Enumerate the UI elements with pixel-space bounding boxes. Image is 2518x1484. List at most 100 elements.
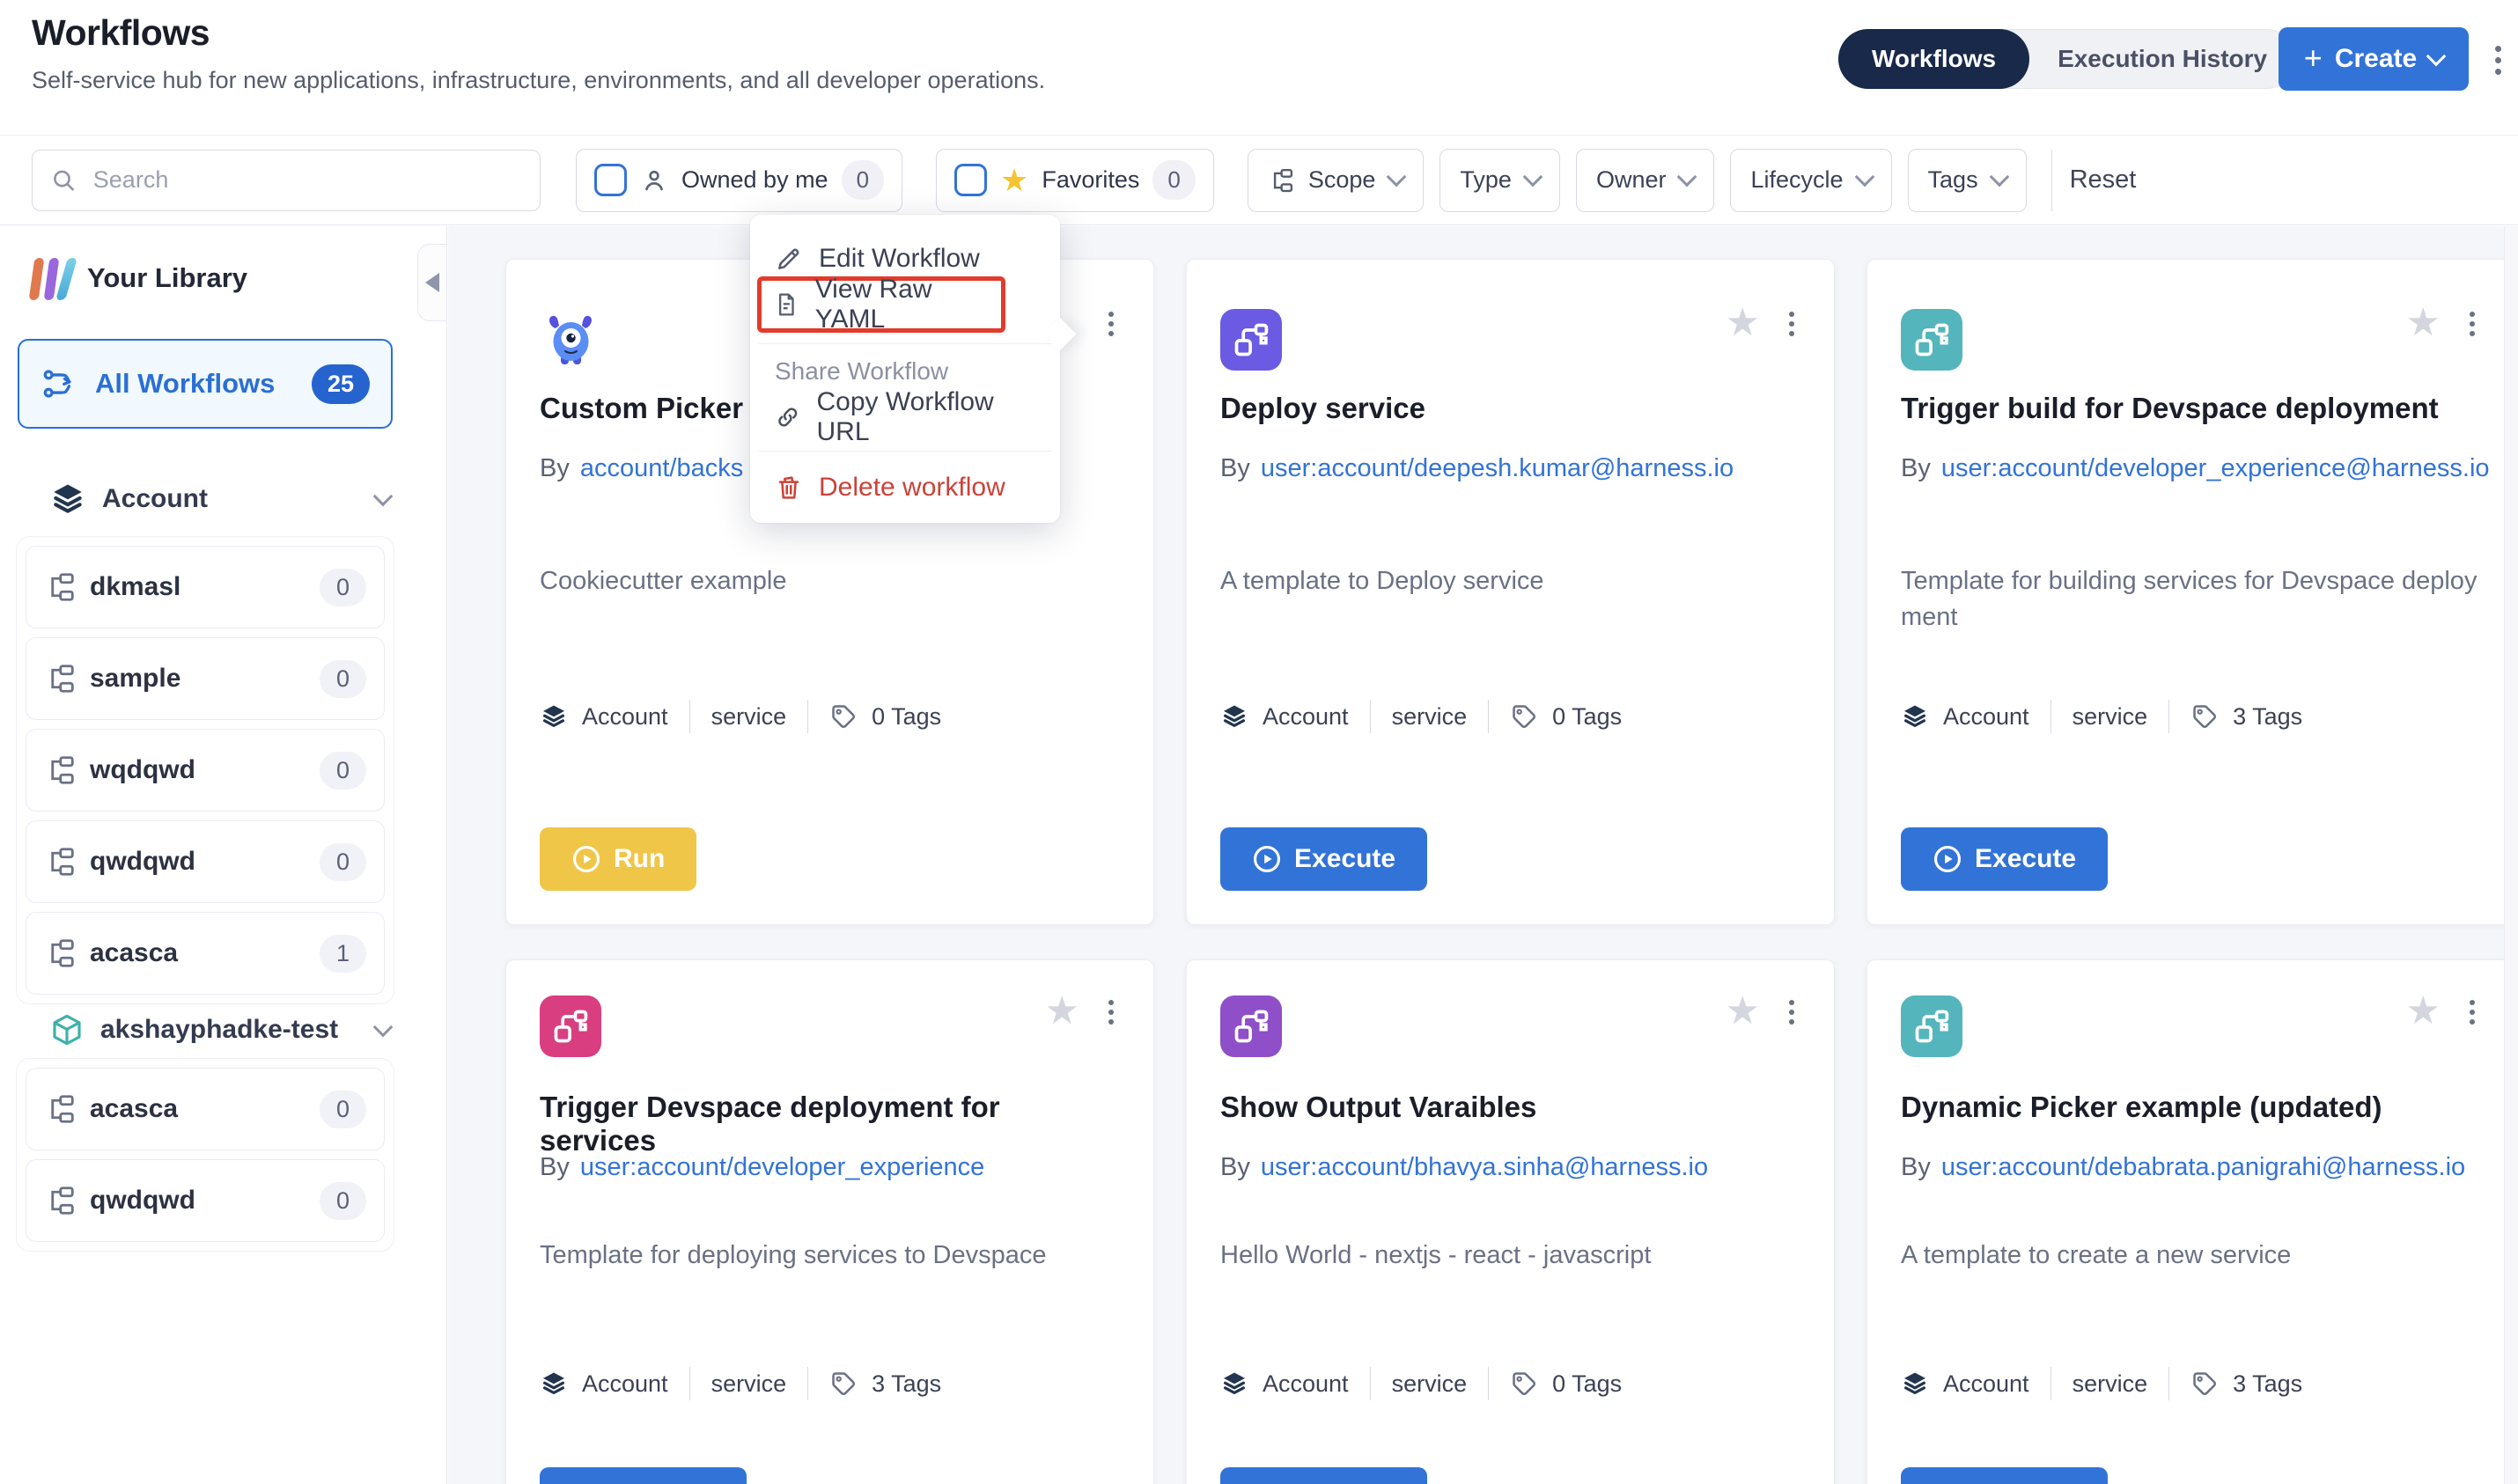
tag-icon xyxy=(829,1370,858,1398)
workflow-description: Template for deploying services to Devsp… xyxy=(540,1238,1120,1274)
workflow-meta: Account service 3 Tags xyxy=(1901,1367,2302,1400)
card-kebab-menu[interactable] xyxy=(1783,995,1800,1029)
document-icon xyxy=(774,290,799,319)
tab-workflows[interactable]: Workflows xyxy=(1838,29,2029,89)
share-workflow-section-label: Share Workflow xyxy=(775,357,948,386)
favorite-star-icon[interactable]: ★ xyxy=(1726,992,1760,1031)
menu-item-view-raw-yaml[interactable]: View Raw YAML xyxy=(762,281,1001,328)
library-header: Your Library xyxy=(32,256,247,300)
view-toggle: Workflows Execution History xyxy=(1838,29,2296,89)
owner-link[interactable]: user:account/debabrata.panigrahi@harness… xyxy=(1941,1149,2465,1186)
filter-dropdown-tags[interactable]: Tags xyxy=(1908,149,2027,212)
hierarchy-icon xyxy=(1268,167,1294,194)
card-kebab-menu[interactable] xyxy=(1783,307,1800,341)
sidebar-group-akshayphadke-test[interactable]: akshayphadke-test xyxy=(0,1008,446,1052)
execute-button[interactable]: Execute xyxy=(1220,1467,1427,1484)
owner-link[interactable]: user:account/deepesh.kumar@harness.io xyxy=(1261,450,1734,488)
divider xyxy=(1370,1367,1371,1400)
workflow-meta: Account service 3 Tags xyxy=(1901,700,2302,733)
sidebar-group-account[interactable]: Account xyxy=(0,477,446,521)
workflow-owner-line: By user:account/deepesh.kumar@harness.io xyxy=(1220,450,1809,488)
favorite-star-icon[interactable]: ★ xyxy=(1726,304,1760,342)
tab-execution-history[interactable]: Execution History xyxy=(2029,45,2295,73)
by-prefix: By xyxy=(540,1149,570,1186)
sidebar-collapse-button[interactable] xyxy=(417,244,446,321)
workflow-group-icon xyxy=(44,937,76,969)
scope-layers-icon xyxy=(1901,702,1929,731)
account-items-box: dkmasl 0 sample 0 wqdqwd 0 qwdqwd 0 acas… xyxy=(16,536,394,1004)
owner-link[interactable]: user:account/bhavya.sinha@harness.io xyxy=(1261,1149,1708,1186)
execute-button[interactable]: Execute xyxy=(1220,827,1427,891)
menu-item-delete-workflow[interactable]: Delete workflow xyxy=(762,463,1048,512)
create-button[interactable]: + Create xyxy=(2279,27,2469,91)
type-value: service xyxy=(1392,1370,1468,1398)
owned-by-me-filter[interactable]: Owned by me 0 xyxy=(576,149,902,212)
filter-dropdown-scope[interactable]: Scope xyxy=(1248,149,1425,212)
workflow-title: Trigger Devspace deployment for services xyxy=(540,1091,1120,1157)
scope-value: Account xyxy=(1943,703,2029,731)
workflow-icon xyxy=(540,995,601,1057)
favorites-filter[interactable]: ★ Favorites 0 xyxy=(936,149,1214,212)
menu-item-copy-workflow-url[interactable]: Copy Workflow URL xyxy=(762,393,1048,442)
owner-link[interactable]: account/backs xyxy=(580,450,743,488)
favorites-checkbox[interactable] xyxy=(954,164,987,196)
sidebar-item-qwdqwd[interactable]: qwdqwd 0 xyxy=(26,820,385,903)
reset-filters-button[interactable]: Reset xyxy=(2070,165,2137,195)
type-value: service xyxy=(1392,703,1468,731)
workflow-card-trigger-devspace[interactable]: ★ Trigger Devspace deployment for servic… xyxy=(505,959,1154,1484)
owned-by-me-count: 0 xyxy=(842,160,884,200)
workflow-description: A template to create a new service xyxy=(1901,1238,2481,1274)
filter-bar: Owned by me 0 ★ Favorites 0 Scope Type O… xyxy=(0,136,2518,225)
workflow-card-deploy-service[interactable]: ★ Deploy service By user:account/deepesh… xyxy=(1186,259,1835,925)
execute-button[interactable]: Execute xyxy=(1901,1467,2108,1484)
search-input[interactable] xyxy=(92,165,522,195)
layers-icon xyxy=(49,481,86,518)
view-raw-yaml-label: View Raw YAML xyxy=(815,275,989,334)
favorite-star-icon[interactable]: ★ xyxy=(2406,304,2441,342)
divider xyxy=(1370,700,1371,733)
library-sidebar: Your Library All Workflows 25 Account dk… xyxy=(0,226,447,1484)
scrollbar[interactable] xyxy=(2504,226,2518,1484)
sidebar-item-acasca-2[interactable]: acasca 0 xyxy=(26,1068,385,1150)
sidebar-item-acasca[interactable]: acasca 1 xyxy=(26,912,385,995)
play-icon xyxy=(571,844,601,874)
workflow-card-trigger-build[interactable]: ★ Trigger build for Devspace deployment … xyxy=(1866,259,2515,925)
card-kebab-menu[interactable] xyxy=(2463,307,2481,341)
header-kebab-menu[interactable] xyxy=(2486,40,2509,80)
tag-icon xyxy=(1510,1370,1538,1398)
owner-label: Owner xyxy=(1596,166,1667,194)
scope-layers-icon xyxy=(540,702,568,731)
sidebar-item-dkmasl[interactable]: dkmasl 0 xyxy=(26,546,385,628)
sidebar-item-wqdqwd[interactable]: wqdqwd 0 xyxy=(26,729,385,812)
run-button[interactable]: Run xyxy=(540,827,696,891)
favorites-count: 0 xyxy=(1152,160,1195,200)
owned-by-me-checkbox[interactable] xyxy=(594,164,627,196)
all-workflows-label: All Workflows xyxy=(95,368,296,400)
card-kebab-menu[interactable] xyxy=(1102,307,1120,341)
card-kebab-menu[interactable] xyxy=(1102,995,1120,1029)
owner-link[interactable]: user:account/developer_experience xyxy=(580,1149,984,1186)
favorite-star-icon[interactable]: ★ xyxy=(2406,992,2441,1031)
link-icon xyxy=(775,403,801,431)
workflow-card-show-output[interactable]: ★ Show Output Varaibles By user:account/… xyxy=(1186,959,1835,1484)
owner-link[interactable]: user:account/developer_experience@harnes… xyxy=(1941,450,2490,488)
favorite-star-icon[interactable]: ★ xyxy=(1045,992,1079,1031)
divider xyxy=(2050,700,2051,733)
workflow-meta: Account service 0 Tags xyxy=(1220,1367,1622,1400)
divider xyxy=(2168,700,2169,733)
search-box[interactable] xyxy=(32,150,541,211)
workflow-group-icon xyxy=(44,663,76,694)
sidebar-item-sample[interactable]: sample 0 xyxy=(26,637,385,720)
workflow-card-dynamic-picker[interactable]: ★ Dynamic Picker example (updated) By us… xyxy=(1866,959,2515,1484)
tag-icon xyxy=(2190,1370,2219,1398)
filter-dropdown-lifecycle[interactable]: Lifecycle xyxy=(1730,149,1891,212)
divider xyxy=(2051,150,2052,211)
execute-button[interactable]: Execute xyxy=(1901,827,2108,891)
sidebar-item-all-workflows[interactable]: All Workflows 25 xyxy=(18,339,393,429)
filter-dropdown-type[interactable]: Type xyxy=(1439,149,1560,212)
filter-dropdown-owner[interactable]: Owner xyxy=(1576,149,1715,212)
sidebar-item-qwdqwd-2[interactable]: qwdqwd 0 xyxy=(26,1159,385,1242)
card-kebab-menu[interactable] xyxy=(2463,995,2481,1029)
execute-button[interactable]: Execute xyxy=(540,1467,747,1484)
cube-icon xyxy=(49,1012,85,1047)
